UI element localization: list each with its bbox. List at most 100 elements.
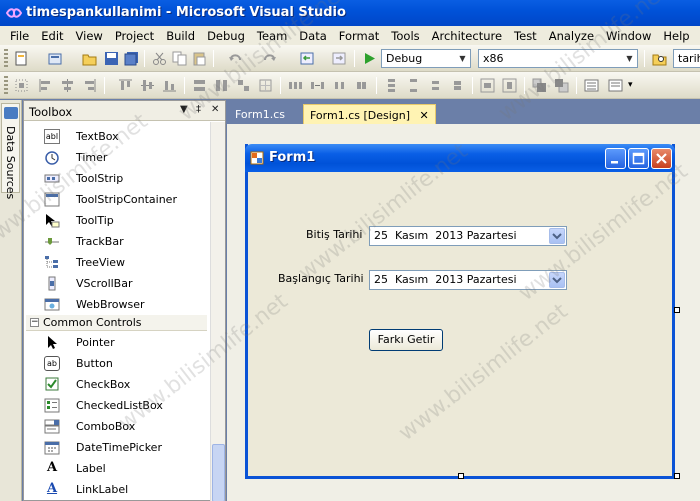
vertical-spacing-increase-icon[interactable] [406,78,421,93]
bitis-tarihi-datetimepicker[interactable]: 25 Kasım 2013 Pazartesi [369,226,567,246]
align-rights-icon[interactable] [82,78,97,93]
toolbox-item-trackbar[interactable]: TrackBar [24,231,209,252]
make-same-height-icon[interactable] [214,78,229,93]
scrollbar-thumb[interactable] [212,444,225,501]
menu-architecture[interactable]: Architecture [426,29,508,43]
align-middles-icon[interactable] [140,78,155,93]
add-item-icon[interactable] [48,51,63,66]
data-sources-tab[interactable]: Data Sources [1,103,20,199]
copy-icon[interactable] [172,51,187,66]
menu-edit[interactable]: Edit [35,29,69,43]
resize-handle-right[interactable] [674,307,680,313]
horizontal-spacing-decrease-icon[interactable] [332,78,347,93]
baslangic-tarihi-datetimepicker[interactable]: 25 Kasım 2013 Pazartesi [369,270,567,290]
open-file-icon[interactable] [82,51,97,66]
send-to-back-icon[interactable] [554,78,569,93]
toolbox-item-vscrollbar[interactable]: VScrollBar [24,273,209,294]
paste-icon[interactable] [192,51,207,66]
menu-format[interactable]: Format [333,29,386,43]
horizontal-spacing-remove-icon[interactable] [354,78,369,93]
toolbar-grip[interactable] [4,76,8,94]
menu-project[interactable]: Project [109,29,160,43]
toolbox-item-toolstripcontainer[interactable]: ToolStripContainer [24,189,209,210]
tab-order-icon[interactable] [584,78,599,93]
toolbox-item-timer[interactable]: Timer [24,147,209,168]
toolbox-item-toolstrip[interactable]: ToolStrip [24,168,209,189]
toolbox-item-checkedlistbox[interactable]: CheckedListBox [24,395,209,416]
bring-to-front-icon[interactable] [532,78,547,93]
minimize-button[interactable] [605,148,626,169]
menu-help[interactable]: Help [657,29,695,43]
horizontal-spacing-equal-icon[interactable] [288,78,303,93]
toolbox-item-textbox[interactable]: abl TextBox [24,126,209,147]
tab-form1-cs[interactable]: Form1.cs [229,104,291,124]
undo-icon[interactable] [228,51,243,66]
navigate-forward-icon[interactable] [332,51,347,66]
save-all-icon[interactable] [124,51,139,66]
toolbar-overflow-icon[interactable]: ▾ [628,80,643,95]
vertical-spacing-decrease-icon[interactable] [428,78,443,93]
toolbox-item-webbrowser[interactable]: WebBrowser [24,294,209,315]
center-horizontally-icon[interactable] [480,78,495,93]
toolbox-item-datetimepicker[interactable]: DateTimePicker [24,437,209,458]
menu-data[interactable]: Data [293,29,332,43]
find-input[interactable]: tarih [673,49,700,68]
make-same-size-icon[interactable] [236,78,251,93]
toolbox-item-button[interactable]: ab Button [24,353,209,374]
menu-analyze[interactable]: Analyze [543,29,600,43]
toolbox-category-common-controls[interactable]: − Common Controls [26,315,207,331]
align-to-grid-icon[interactable] [14,78,29,93]
resize-handle-bottom-right[interactable] [674,473,680,479]
align-lefts-icon[interactable] [38,78,53,93]
tab-form1-design[interactable]: Form1.cs [Design] ✕ [303,104,436,124]
menu-window[interactable]: Window [600,29,657,43]
menu-debug[interactable]: Debug [201,29,251,43]
maximize-button[interactable] [628,148,649,169]
lock-controls-icon[interactable] [608,78,623,93]
center-vertically-icon[interactable] [502,78,517,93]
close-button[interactable] [651,148,672,169]
redo-icon[interactable] [262,51,277,66]
close-icon[interactable]: ✕ [211,104,219,115]
make-same-width-icon[interactable] [192,78,207,93]
toolbox-item-linklabel[interactable]: A LinkLabel [24,479,209,500]
cut-icon[interactable] [152,51,167,66]
solution-platform-select[interactable]: x86 ▼ [478,49,638,68]
navigate-backward-icon[interactable] [300,51,315,66]
pin-icon[interactable]: ‡ [196,104,201,115]
toolbox-menu-icon[interactable]: ▼ [180,104,188,115]
toolbox-item-label[interactable]: A Label [24,458,209,479]
toolbox-item-tooltip[interactable]: ToolTip [24,210,209,231]
designed-form[interactable]: Form1 Bitiş Tarihi 25 Kasım 2013 Pazarte… [245,144,675,479]
horizontal-spacing-increase-icon[interactable] [310,78,325,93]
find-in-files-icon[interactable] [652,51,667,66]
start-debugging-icon[interactable] [362,51,377,66]
resize-handle-bottom[interactable] [458,473,464,479]
size-to-grid-icon[interactable] [258,78,273,93]
menu-view[interactable]: View [70,29,109,43]
close-icon[interactable]: ✕ [420,109,429,122]
menu-file[interactable]: File [4,29,35,43]
toolbox-item-combobox[interactable]: ComboBox [24,416,209,437]
menu-test[interactable]: Test [508,29,543,43]
toolbox-scrollbar[interactable] [210,122,225,501]
farki-getir-button[interactable]: Farkı Getir [369,329,443,351]
calendar-dropdown-button[interactable] [549,228,565,244]
menu-tools[interactable]: Tools [385,29,425,43]
toolbar-grip[interactable] [4,49,8,67]
vertical-spacing-equal-icon[interactable] [384,78,399,93]
toolbox-item-checkbox[interactable]: CheckBox [24,374,209,395]
chevron-down-icon: ▼ [459,54,466,63]
align-bottoms-icon[interactable] [162,78,177,93]
save-icon[interactable] [104,51,119,66]
toolbox-item-treeview[interactable]: TreeView [24,252,209,273]
menu-team[interactable]: Team [251,29,293,43]
solution-configuration-select[interactable]: Debug ▼ [381,49,471,68]
calendar-dropdown-button[interactable] [549,272,565,288]
vertical-spacing-remove-icon[interactable] [450,78,465,93]
toolbox-item-pointer[interactable]: Pointer [24,332,209,353]
menu-build[interactable]: Build [160,29,201,43]
new-project-icon[interactable] [14,51,29,66]
align-tops-icon[interactable] [118,78,133,93]
align-centers-icon[interactable] [60,78,75,93]
